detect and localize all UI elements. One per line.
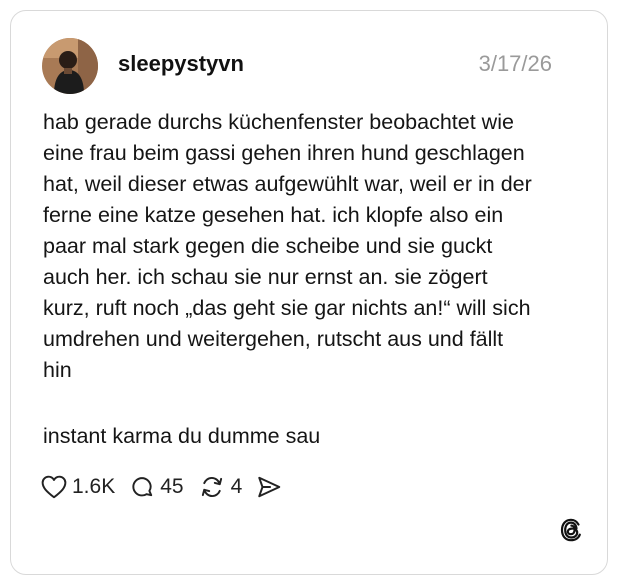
post-date: 3/17/26 [478,51,552,76]
username[interactable]: sleepystyvn [118,51,244,77]
heart-icon [41,475,67,499]
like-count: 1.6K [72,475,116,498]
repost-icon [201,476,222,498]
threads-logo-icon [559,517,583,548]
action-bar: 1.6K 45 4 [41,471,296,503]
share-button[interactable] [256,475,282,499]
reply-button[interactable]: 45 [129,474,184,500]
avatar-image [42,38,98,94]
reply-count: 45 [160,475,184,498]
repost-count: 4 [230,475,243,498]
post-body: hab gerade durchs küchenfenster beobacht… [43,110,532,382]
send-icon [258,476,281,498]
post-card: sleepystyvn 3/17/26 hab gerade durchs kü… [10,10,608,575]
like-button[interactable]: 1.6K [41,475,115,499]
repost-button[interactable]: 4 [198,474,243,500]
avatar[interactable] [42,38,98,94]
post-closing-line: instant karma du dumme sau [43,424,321,448]
comment-bubble-icon [132,477,153,497]
